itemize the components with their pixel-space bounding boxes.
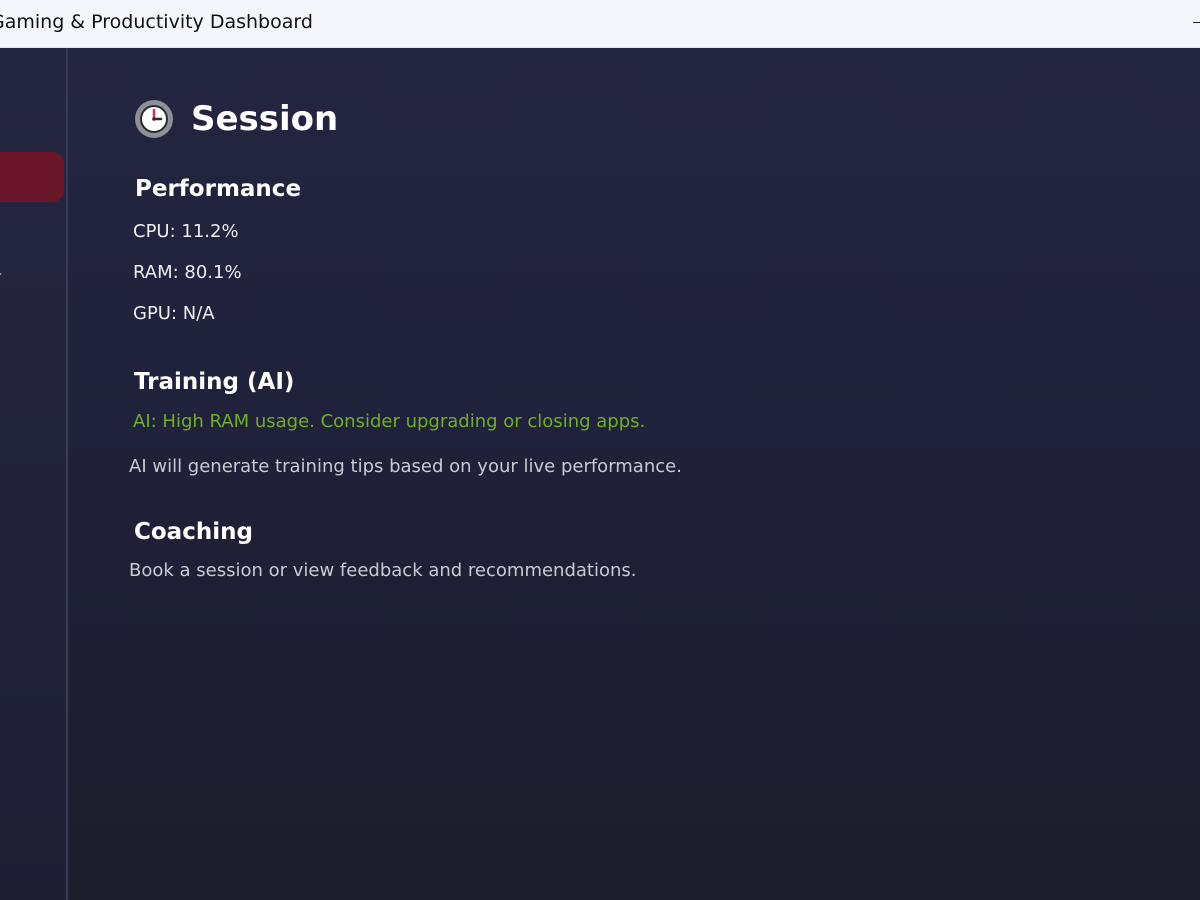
sidebar: ⁄	[0, 48, 68, 900]
main-content: Session Performance CPU: 11.2% RAM: 80.1…	[68, 48, 1200, 900]
gpu-stat: GPU: N/A	[133, 303, 215, 324]
page-title: Session	[191, 99, 339, 139]
ram-stat: RAM: 80.1%	[133, 262, 242, 283]
minimize-button[interactable]	[1190, 11, 1200, 31]
window-title: Gaming & Productivity Dashboard	[0, 11, 313, 33]
training-heading: Training (AI)	[134, 369, 295, 395]
page-header: Session	[135, 100, 338, 138]
coaching-heading: Coaching	[134, 519, 253, 545]
clock-icon	[135, 100, 173, 138]
performance-heading: Performance	[135, 176, 302, 202]
cpu-stat: CPU: 11.2%	[133, 221, 239, 242]
sidebar-item-active[interactable]	[0, 152, 64, 202]
ai-tip-message: AI: High RAM usage. Consider upgrading o…	[133, 411, 646, 432]
training-description: AI will generate training tips based on …	[129, 456, 682, 477]
window-titlebar: Gaming & Productivity Dashboard	[0, 0, 1200, 48]
coaching-description: Book a session or view feedback and reco…	[129, 560, 637, 581]
